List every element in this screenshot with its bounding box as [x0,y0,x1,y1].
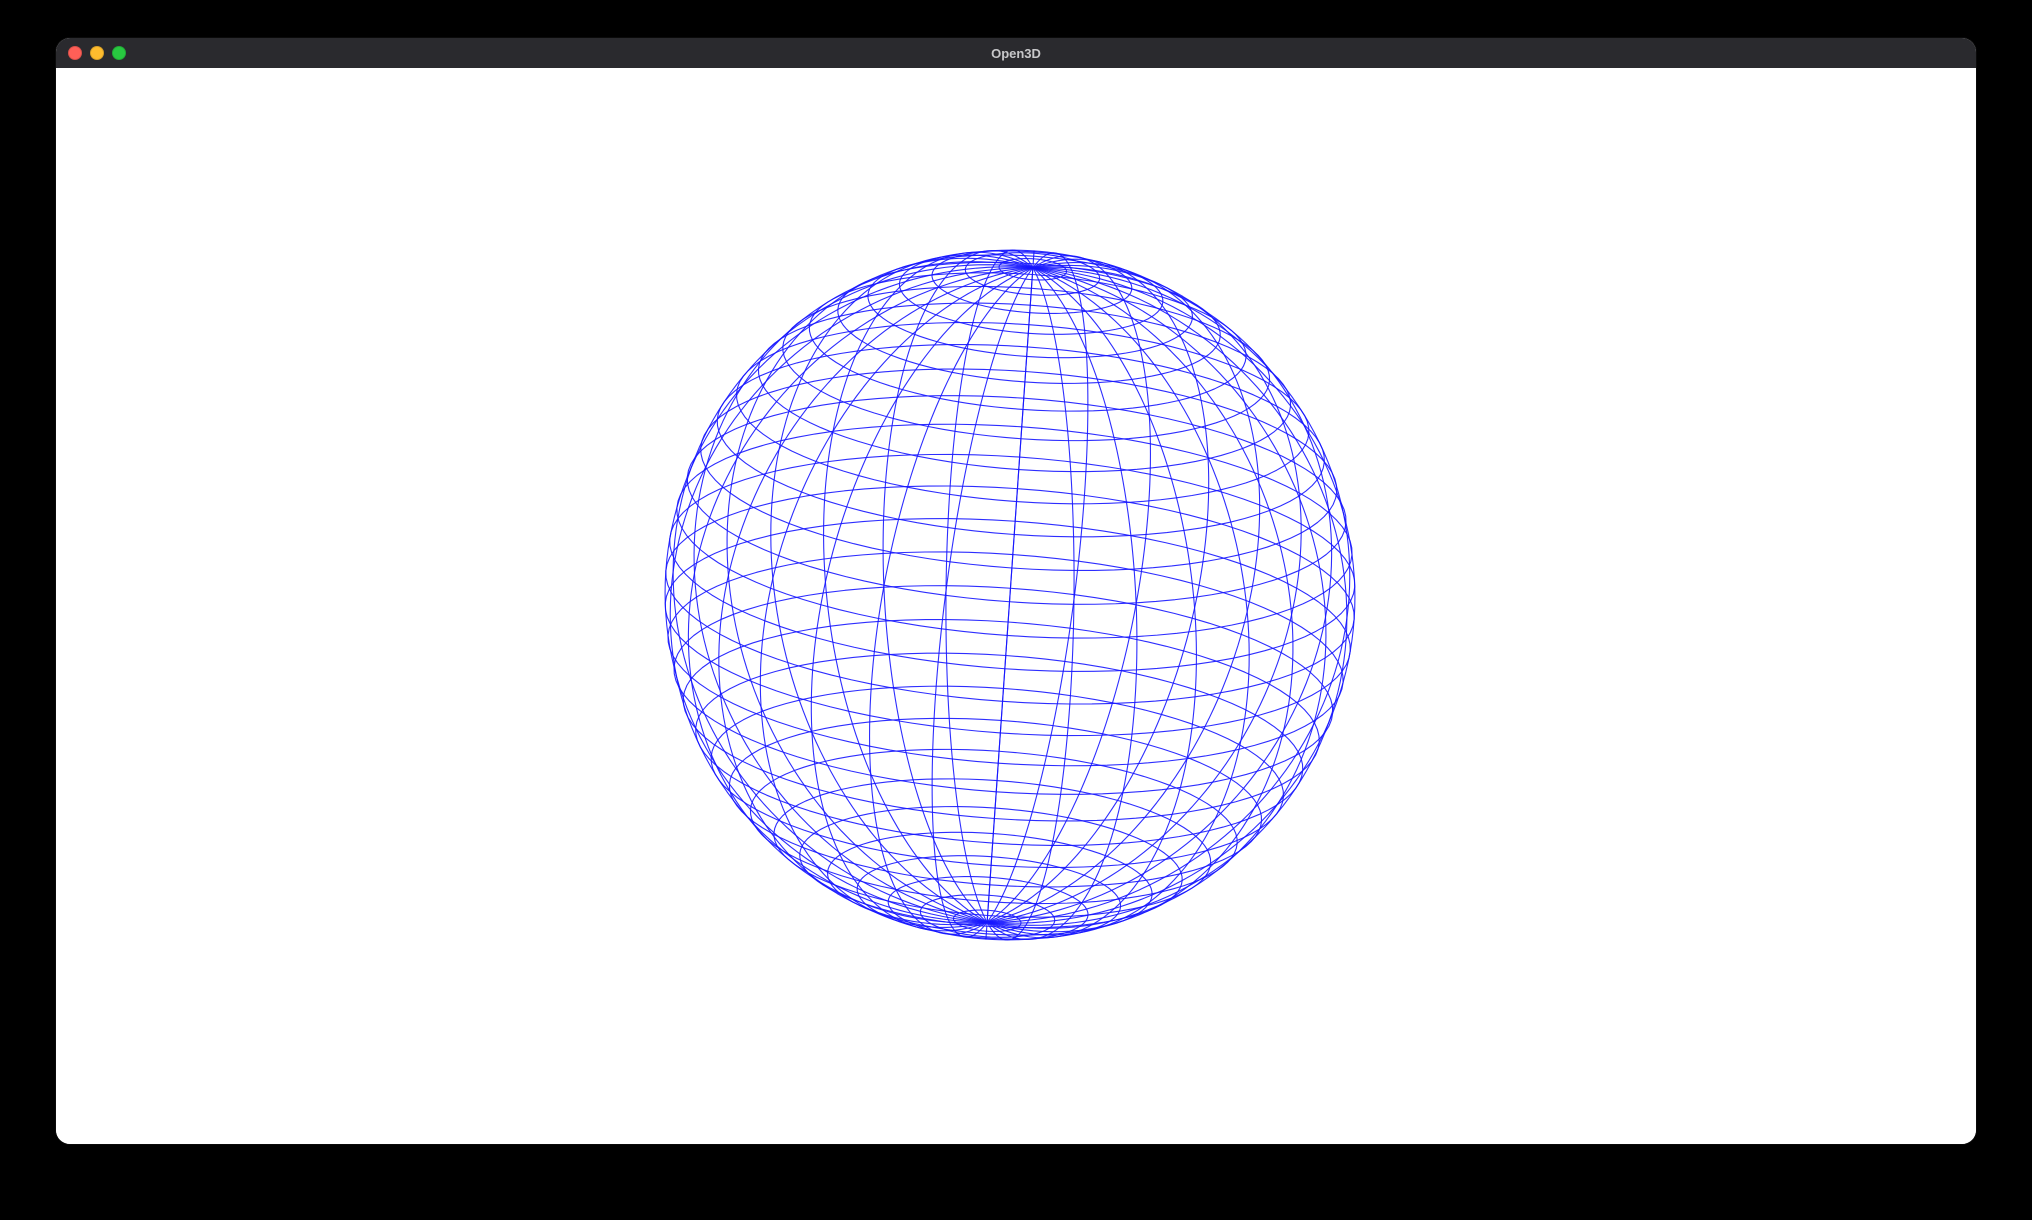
close-icon[interactable] [68,46,82,60]
viewport-3d[interactable] [56,68,1976,1144]
window-title: Open3D [56,46,1976,61]
minimize-icon[interactable] [90,46,104,60]
traffic-lights [56,38,126,68]
wireframe-sphere [56,68,1976,1144]
maximize-icon[interactable] [112,46,126,60]
titlebar[interactable]: Open3D [56,38,1976,68]
app-window: Open3D [56,38,1976,1144]
